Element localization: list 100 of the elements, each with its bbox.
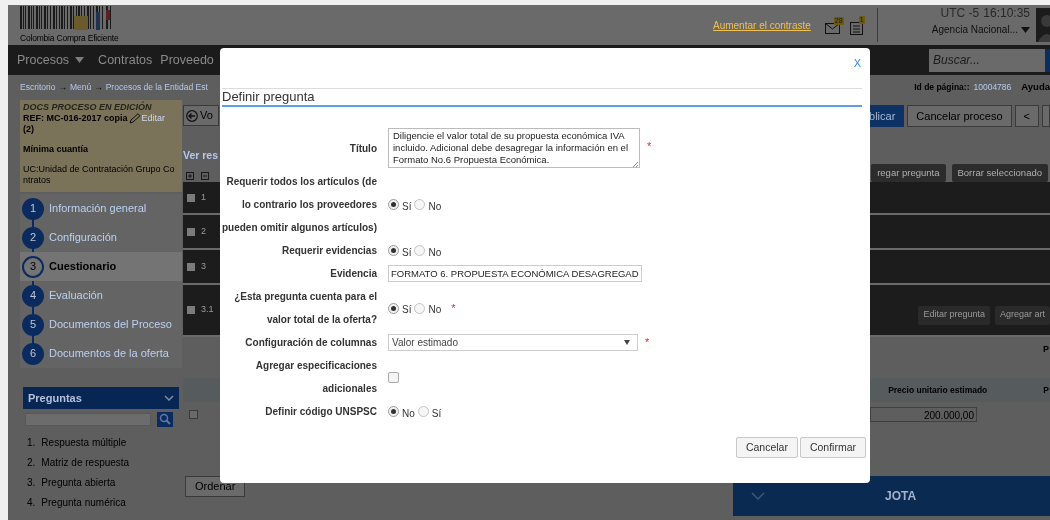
- close-button[interactable]: X: [853, 55, 861, 72]
- evidence-field[interactable]: FORMATO 6. PROPUESTA ECONÓMICA DESAGREGAD: [388, 265, 642, 282]
- radio-button[interactable]: [414, 199, 426, 210]
- question-type-item[interactable]: Matriz de respuesta: [41, 454, 130, 470]
- required-mark: *: [645, 335, 650, 351]
- help-link[interactable]: Ayuda: [1021, 80, 1050, 95]
- list-number: 1.: [27, 435, 36, 450]
- nav-menu-item[interactable]: Procesos: [17, 50, 85, 70]
- step-label: Evaluación: [49, 288, 103, 304]
- search-icon: [157, 412, 173, 427]
- step-number: 1: [22, 197, 44, 220]
- radio-button[interactable]: [388, 406, 399, 417]
- radio-label: No: [428, 199, 442, 214]
- step-item[interactable]: 2 Configuración: [20, 223, 182, 252]
- checkbox[interactable]: [189, 409, 198, 419]
- row-number: 3: [201, 259, 206, 273]
- group-header-bar[interactable]: JOTA: [733, 476, 1050, 516]
- checkbox[interactable]: [187, 193, 195, 202]
- field-label: Título: [348, 142, 377, 156]
- row-number: 3.1: [201, 303, 214, 317]
- questions-panel-header[interactable]: Preguntas: [23, 387, 179, 409]
- required-mark: *: [647, 139, 652, 154]
- breadcrumb-separator: →: [58, 81, 67, 94]
- search-button[interactable]: [1045, 48, 1050, 72]
- agency-menu[interactable]: Agencia Nacional...: [931, 22, 1030, 37]
- back-button[interactable]: Vo: [183, 105, 219, 126]
- checkbox[interactable]: [187, 227, 195, 236]
- step-label: Información general: [49, 201, 147, 217]
- column-header: P: [1043, 383, 1049, 397]
- list-number: 4.: [27, 495, 36, 510]
- dialog-button[interactable]: Cancelar: [735, 437, 798, 458]
- step-number: 4: [22, 284, 44, 307]
- question-action-button[interactable]: Borrar seleccionado: [951, 164, 1048, 182]
- radio-button[interactable]: [388, 302, 399, 314]
- radio-label: No: [402, 406, 415, 421]
- radio-label: Sí: [431, 406, 442, 421]
- edit-link[interactable]: Editar: [141, 113, 166, 124]
- envelope-icon[interactable]: [824, 22, 840, 34]
- radio-button[interactable]: [414, 245, 426, 256]
- checkbox[interactable]: [388, 371, 399, 383]
- toolbar-button[interactable]: [1042, 105, 1050, 127]
- step-label: Cuestionario: [49, 259, 117, 275]
- radio-button[interactable]: [388, 199, 399, 210]
- step-number: 6: [22, 342, 44, 365]
- question-action-button[interactable]: Editar pregunta: [918, 305, 990, 325]
- step-number: 3: [22, 255, 44, 278]
- step-label: Documentos del Proceso: [49, 317, 172, 333]
- dialog-button[interactable]: Confirmar: [799, 437, 866, 458]
- step-item[interactable]: 3 Cuestionario: [20, 252, 182, 281]
- question-action-button[interactable]: regar pregunta: [871, 164, 946, 182]
- price-field[interactable]: 200.000,00: [870, 406, 977, 422]
- question-type-item[interactable]: Pregunta numérica: [41, 494, 126, 510]
- field-label: Definir código UNSPSC: [264, 405, 377, 419]
- page-id-value: 10004786: [973, 81, 1012, 94]
- breadcrumb-link[interactable]: Escritorio: [20, 81, 56, 94]
- caret-icon: [75, 57, 85, 63]
- logo-text: Colombia Compra Eficiente: [20, 33, 119, 43]
- contrast-link[interactable]: Aumentar el contraste: [713, 17, 811, 33]
- dialog-title: Definir pregunta: [222, 90, 316, 104]
- radio-label: No: [428, 245, 442, 260]
- step-label: Configuración: [49, 230, 117, 246]
- breadcrumb-link[interactable]: Menú: [69, 81, 92, 94]
- radio-label: Sí: [402, 245, 412, 260]
- step-item[interactable]: 4 Evaluación: [20, 281, 182, 310]
- toolbar-button[interactable]: Cancelar proceso: [907, 105, 1012, 127]
- caret-icon: [624, 340, 630, 345]
- step-item[interactable]: 1 Información general: [20, 194, 182, 223]
- nav-menu-item[interactable]: Contratos: [98, 50, 153, 70]
- radio-label: Sí: [402, 303, 412, 317]
- checkbox[interactable]: [187, 306, 195, 314]
- step-item[interactable]: 5 Documentos del Proceso: [20, 310, 182, 339]
- step-number: 2: [22, 226, 44, 249]
- column-config-select[interactable]: Valor estimado: [388, 334, 638, 351]
- avatar-icon: [1036, 8, 1050, 42]
- radio-label: Sí: [402, 199, 412, 214]
- list-number: 3.: [27, 475, 36, 490]
- breadcrumb-link[interactable]: Procesos de la Entidad Est: [105, 81, 208, 94]
- resize-handle-icon: [632, 162, 638, 168]
- page-id-label: Id de página::: [914, 81, 970, 94]
- arrow-left-icon: [186, 109, 198, 122]
- radio-button[interactable]: [388, 245, 399, 256]
- nav-menu-item[interactable]: Proveedo: [160, 50, 214, 70]
- chevron-down-icon: [751, 492, 765, 500]
- field-label: ¿Esta pregunta cuenta para el valor total de la oferta?: [233, 290, 377, 327]
- breadcrumb-separator: →: [94, 81, 103, 94]
- toolbar-button[interactable]: <: [1014, 105, 1039, 127]
- question-type-item[interactable]: Pregunta abierta: [41, 474, 116, 490]
- radio-button[interactable]: [417, 406, 429, 417]
- question-type-item[interactable]: Respuesta múltiple: [41, 434, 127, 450]
- pencil-icon: [128, 113, 141, 124]
- search-field[interactable]: Buscar...: [929, 48, 1045, 72]
- title-textarea[interactable]: Diligencie el valor total de su propuesta económica IVA incluido. Adicional debe desagregar la información en el Formato No.6 Propuesta Económica.: [388, 128, 640, 168]
- results-link[interactable]: Ver res: [183, 148, 219, 164]
- question-action-button[interactable]: Agregar art: [994, 305, 1050, 325]
- radio-button[interactable]: [414, 302, 426, 314]
- step-item[interactable]: 6 Documentos de la oferta: [20, 339, 182, 368]
- document-icon[interactable]: [849, 21, 863, 35]
- checkbox[interactable]: [187, 262, 195, 271]
- radio-label: No: [428, 303, 442, 317]
- expand-collapse-icon: [186, 171, 210, 181]
